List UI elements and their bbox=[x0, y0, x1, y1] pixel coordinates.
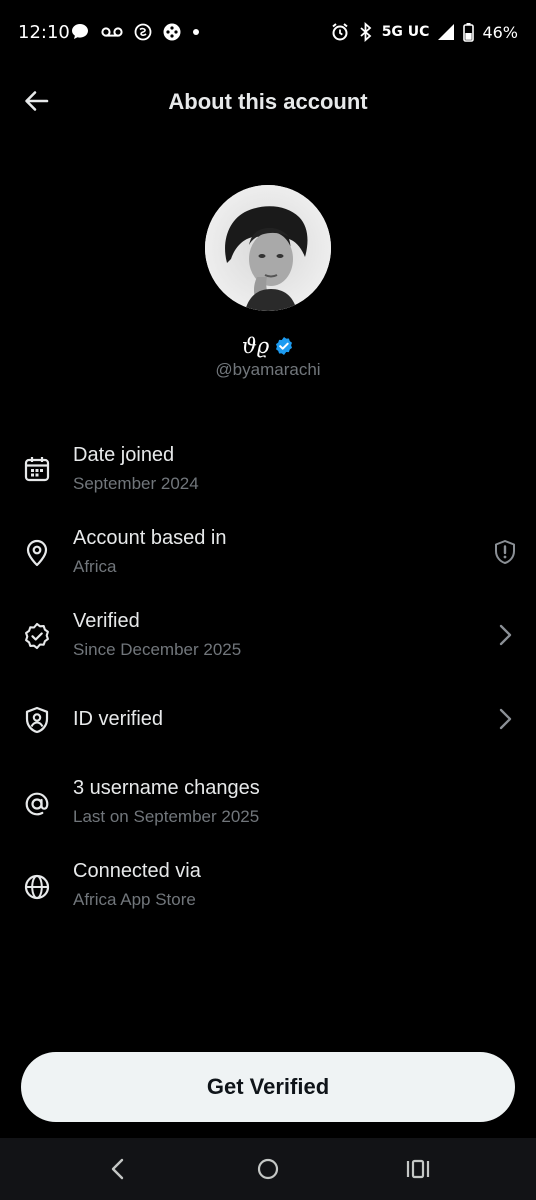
status-bar: 12:10 5G UC 46% bbox=[0, 0, 536, 64]
row-username-changes: 3 username changes Last on September 202… bbox=[0, 761, 536, 841]
chevron-right-icon[interactable] bbox=[492, 706, 518, 732]
row-id-verified[interactable]: ID verified bbox=[0, 678, 536, 758]
alarm-icon bbox=[330, 22, 350, 42]
network-type: 5G UC bbox=[381, 24, 430, 40]
get-verified-button[interactable]: Get Verified bbox=[21, 1052, 515, 1122]
at-sign-icon bbox=[22, 789, 52, 819]
row-subtitle: Last on September 2025 bbox=[73, 807, 260, 826]
row-title: Account based in bbox=[73, 527, 227, 549]
nav-back-icon[interactable] bbox=[104, 1155, 132, 1183]
voicemail-icon bbox=[101, 25, 123, 39]
profile-photo bbox=[205, 185, 331, 311]
message-icon bbox=[70, 22, 90, 42]
row-subtitle: Since December 2025 bbox=[73, 640, 242, 659]
signal-icon bbox=[437, 23, 455, 41]
verified-badge-icon bbox=[22, 621, 52, 651]
avatar[interactable] bbox=[205, 185, 331, 311]
app-icon bbox=[134, 23, 152, 41]
bluetooth-icon bbox=[358, 22, 374, 42]
battery-icon bbox=[463, 22, 475, 42]
location-pin-icon bbox=[22, 538, 52, 568]
username-handle: @byamarachi bbox=[215, 360, 321, 379]
row-subtitle: Africa App Store bbox=[73, 890, 196, 909]
notification-icons bbox=[70, 22, 200, 42]
system-icons: 5G UC 46% bbox=[330, 22, 518, 42]
row-title: ID verified bbox=[73, 708, 164, 730]
row-verified[interactable]: Verified Since December 2025 bbox=[0, 594, 536, 674]
shield-alert-icon[interactable] bbox=[492, 539, 518, 565]
row-account-based-in: Account based in Africa bbox=[0, 511, 536, 591]
calendar-icon bbox=[22, 454, 52, 484]
id-shield-icon bbox=[22, 705, 52, 735]
row-connected-via: Connected via Africa App Store bbox=[0, 844, 536, 924]
verified-check-icon[interactable] bbox=[274, 336, 294, 356]
page-title: About this account bbox=[168, 89, 368, 114]
row-subtitle: September 2024 bbox=[73, 474, 199, 493]
status-time: 12:10 bbox=[18, 22, 70, 43]
row-subtitle: Africa bbox=[73, 557, 117, 576]
row-title: Verified bbox=[73, 610, 140, 632]
game-icon bbox=[163, 23, 181, 41]
row-title: 3 username changes bbox=[73, 777, 260, 799]
nav-recents-icon[interactable] bbox=[404, 1155, 432, 1183]
row-title: Date joined bbox=[73, 444, 175, 466]
battery-percent: 46% bbox=[482, 22, 518, 42]
row-date-joined: Date joined September 2024 bbox=[0, 428, 536, 508]
system-nav-bar bbox=[0, 1138, 536, 1200]
display-name: ϑϱ bbox=[241, 334, 270, 358]
chevron-right-icon[interactable] bbox=[492, 622, 518, 648]
globe-icon bbox=[22, 872, 52, 902]
name-row: ϑϱ bbox=[0, 334, 536, 358]
row-title: Connected via bbox=[73, 860, 201, 882]
top-app-bar: About this account bbox=[0, 70, 536, 132]
dot-icon bbox=[192, 28, 200, 36]
nav-home-icon[interactable] bbox=[254, 1155, 282, 1183]
